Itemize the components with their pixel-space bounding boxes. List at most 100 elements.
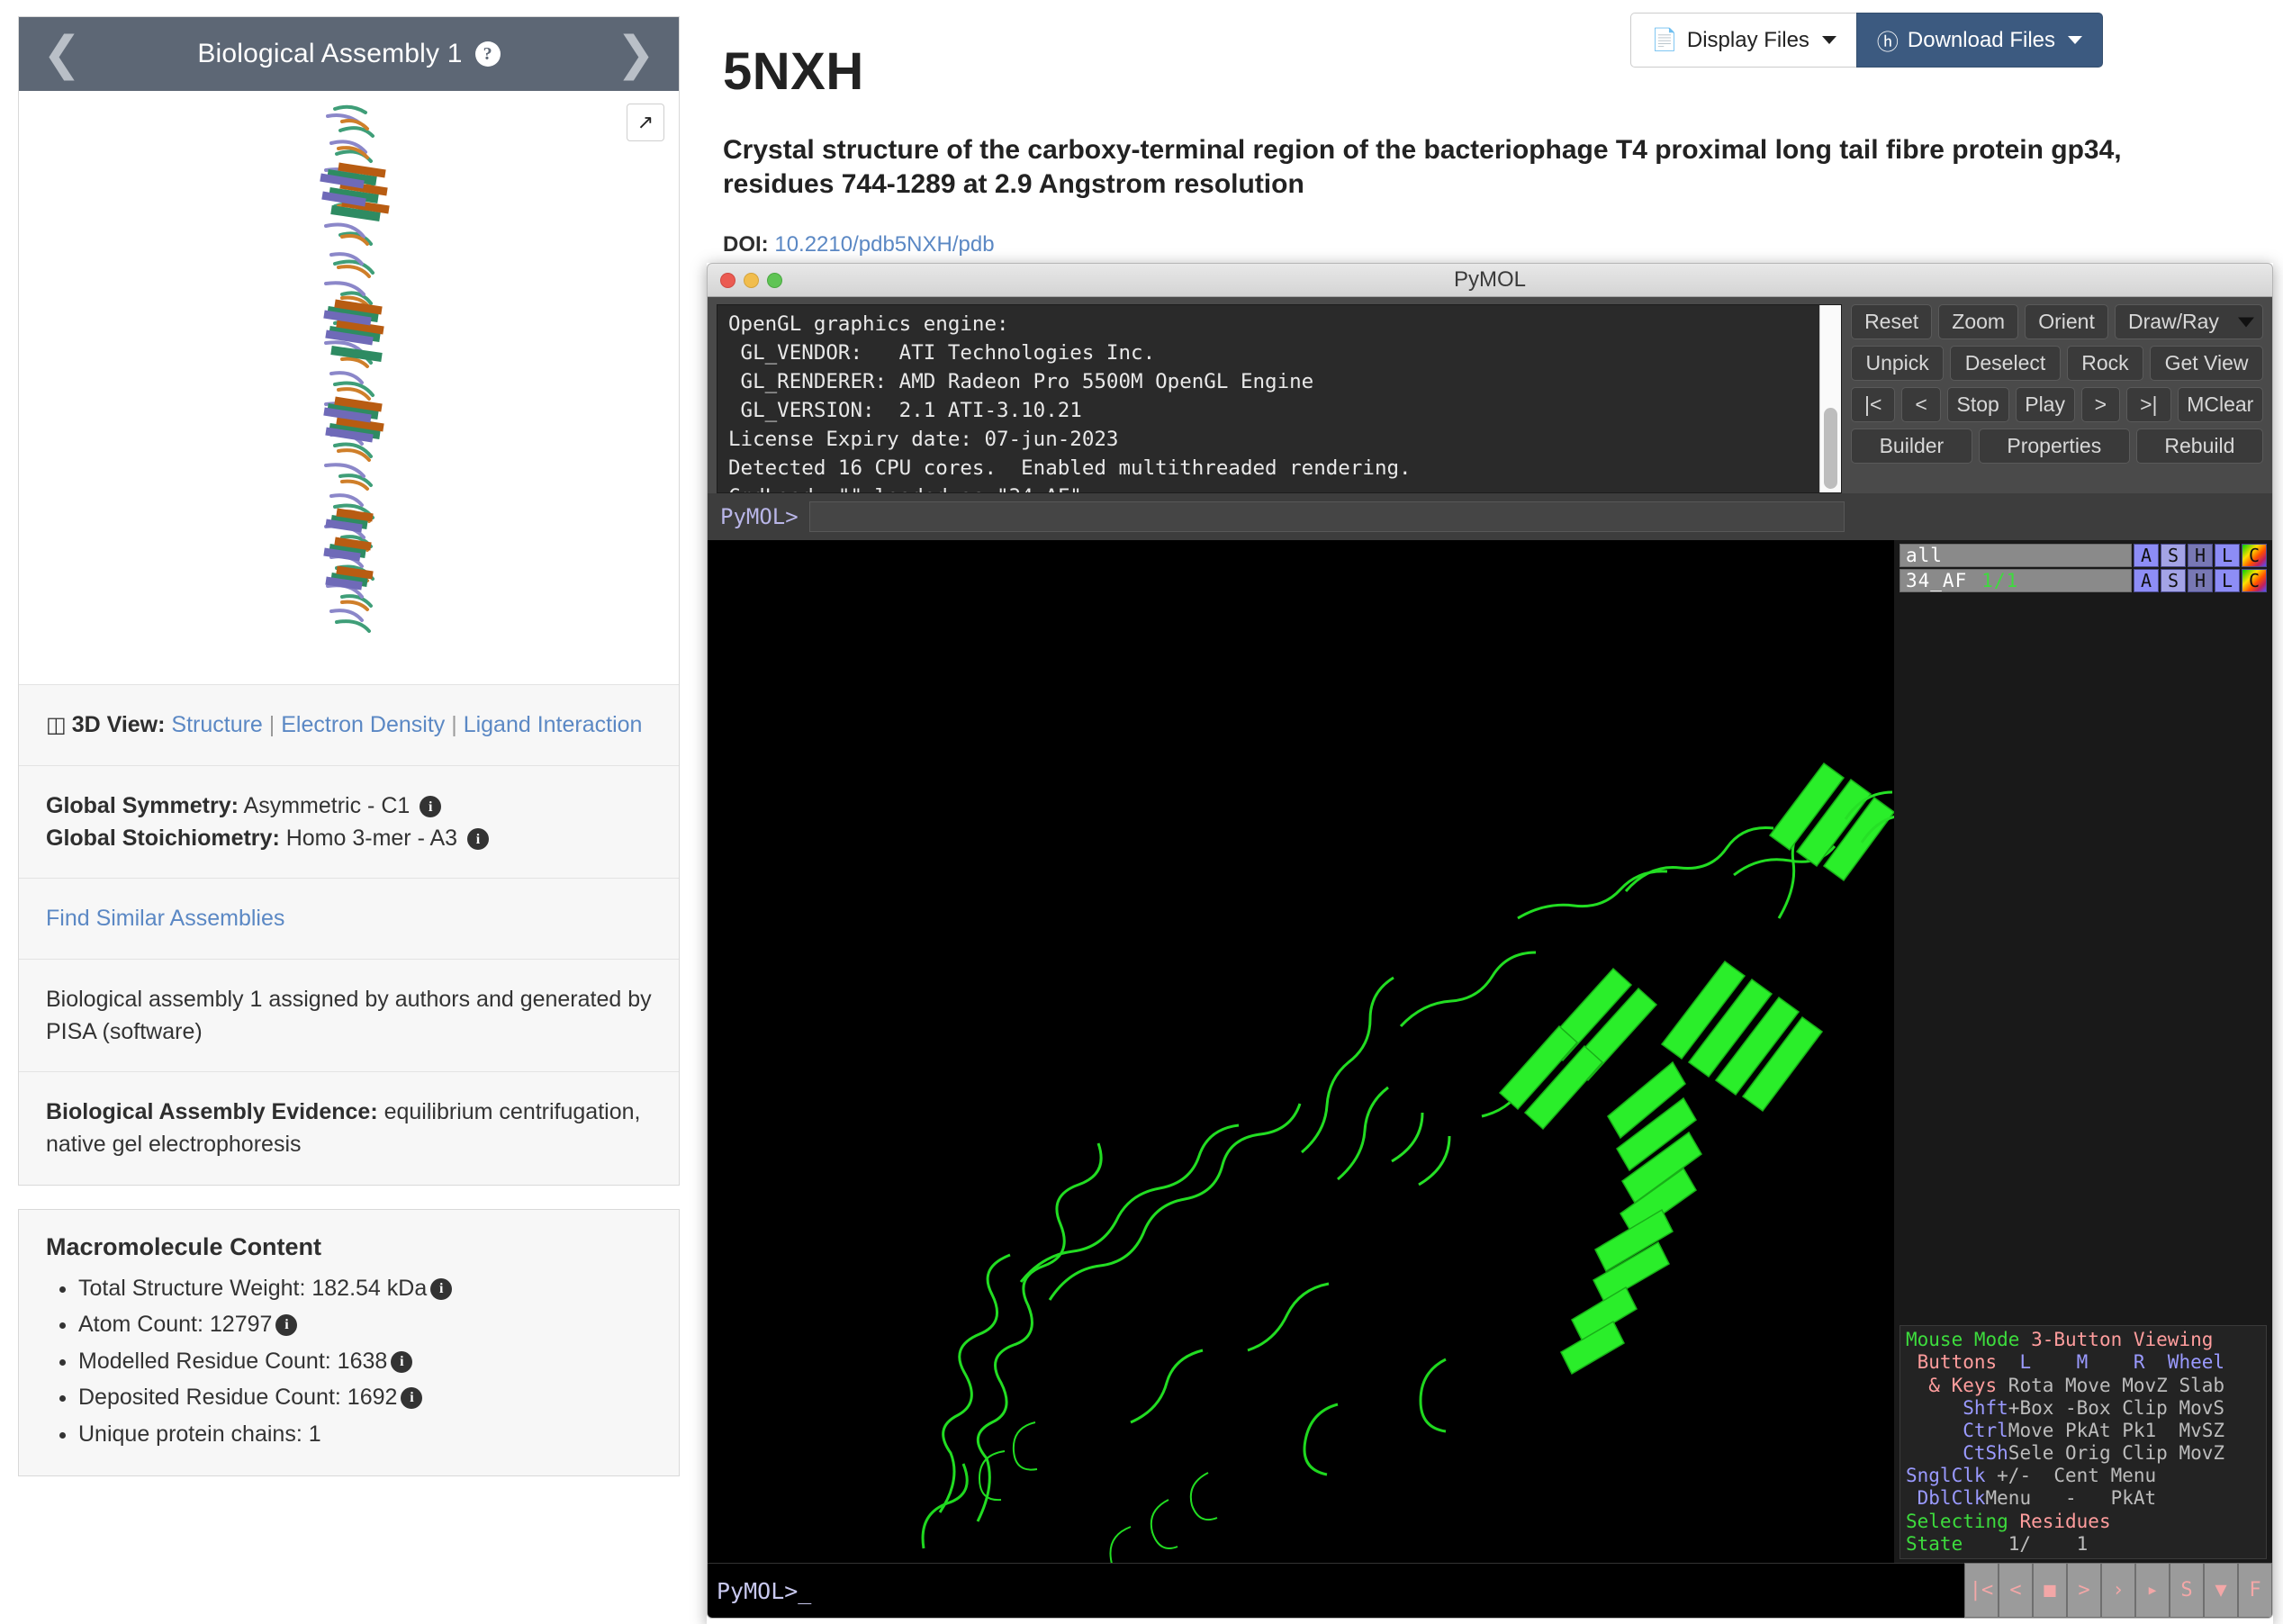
chevron-down-icon xyxy=(2238,317,2254,327)
button-row-3: |< < Stop Play > >| MClear xyxy=(1851,387,2264,422)
info-icon[interactable]: i xyxy=(275,1314,298,1337)
info-icon[interactable]: i xyxy=(467,828,490,851)
macromolecule-content-panel: Macromolecule Content Total Structure We… xyxy=(18,1208,680,1477)
playback-menu[interactable]: ▼ xyxy=(2204,1563,2238,1618)
first-frame-button[interactable]: |< xyxy=(1851,387,1896,422)
legend-l2a: Buttons xyxy=(1906,1351,1998,1374)
find-similar-section: Find Similar Assemblies xyxy=(19,879,679,960)
legend-l4b: +Box -Box Clip MovS xyxy=(2008,1396,2225,1419)
toggle-actions[interactable]: A xyxy=(2134,569,2159,592)
find-similar-assemblies-link[interactable]: Find Similar Assemblies xyxy=(46,906,284,931)
get-view-button[interactable]: Get View xyxy=(2150,346,2263,381)
playback-next[interactable]: › xyxy=(2101,1563,2135,1618)
legend-l7a: SnglClk xyxy=(1906,1465,1986,1487)
protein-cartoon-render xyxy=(708,540,1894,1563)
link-ligand-interaction[interactable]: Ligand Interaction xyxy=(464,712,643,737)
item-text: Unique protein chains: 1 xyxy=(78,1421,321,1447)
legend-l10a: State xyxy=(1906,1532,1963,1555)
list-item: Deposited Residue Count: 1692i xyxy=(78,1379,652,1416)
pymol-3d-viewport[interactable] xyxy=(708,540,1894,1563)
macromolecule-content-title: Macromolecule Content xyxy=(46,1232,322,1260)
prev-frame-button[interactable]: < xyxy=(1901,387,1941,422)
object-row-all[interactable]: all A S H L C xyxy=(1899,544,2267,567)
toggle-show[interactable]: S xyxy=(2161,544,2186,567)
legend-l3b: Rota Move MovZ Slab xyxy=(1997,1374,2225,1396)
rebuild-button[interactable]: Rebuild xyxy=(2135,429,2263,464)
button-row-1: Reset Zoom Orient Draw/Ray xyxy=(1851,304,2263,339)
expand-arrows-icon[interactable]: ↗ xyxy=(627,104,664,141)
playback-prev[interactable]: < xyxy=(1999,1563,2033,1618)
info-icon[interactable]: i xyxy=(420,796,442,818)
toggle-hide[interactable]: H xyxy=(2188,544,2213,567)
assembly-title-group: Biological Assembly 1 ? xyxy=(197,39,501,69)
symmetry-section: Global Symmetry: Asymmetric - C1 i Globa… xyxy=(19,766,679,880)
object-name[interactable]: 34_AF 1/1 xyxy=(1899,569,2132,592)
play-button[interactable]: Play xyxy=(2015,387,2075,422)
toggle-label[interactable]: L xyxy=(2215,569,2240,592)
link-separator-2: | xyxy=(451,712,457,737)
scrollbar-thumb[interactable] xyxy=(1824,408,1837,489)
playback-smooth[interactable]: S xyxy=(2170,1563,2204,1618)
mclear-button[interactable]: MClear xyxy=(2177,387,2264,422)
playback-full[interactable]: F xyxy=(2238,1563,2272,1618)
download-files-button[interactable]: ⓗ Download Files xyxy=(1855,13,2103,68)
deselect-button[interactable]: Deselect xyxy=(1950,346,2061,381)
pymol-body: all A S H L C 34_AF 1/1 A S H L C Mouse … xyxy=(707,540,2273,1563)
item-text: Deposited Residue Count: 1692 xyxy=(78,1385,398,1411)
toggle-color[interactable]: C xyxy=(2242,544,2267,567)
toggle-hide[interactable]: H xyxy=(2188,569,2213,592)
draw-ray-button[interactable]: Draw/Ray xyxy=(2114,304,2263,339)
toggle-show[interactable]: S xyxy=(2161,569,2186,592)
display-files-label: Display Files xyxy=(1686,27,1809,52)
legend-l3a: & Keys xyxy=(1906,1374,1998,1396)
3d-view-label: 3D View xyxy=(71,712,158,737)
console-scrollbar[interactable] xyxy=(1819,305,1841,492)
pymol-command-input[interactable] xyxy=(808,501,1845,532)
info-icon[interactable]: i xyxy=(401,1387,423,1410)
link-electron-density[interactable]: Electron Density xyxy=(281,712,445,737)
rock-button[interactable]: Rock xyxy=(2066,346,2144,381)
question-mark-icon[interactable]: ? xyxy=(474,41,501,67)
download-files-label: Download Files xyxy=(1907,27,2055,52)
pymol-upper-area: OpenGL graphics engine: GL_VENDOR: ATI T… xyxy=(707,297,2273,493)
assembly-thumbnail[interactable]: ↗ xyxy=(19,91,679,685)
playback-play[interactable]: > xyxy=(2067,1563,2101,1618)
last-frame-button[interactable]: >| xyxy=(2126,387,2171,422)
stop-button[interactable]: Stop xyxy=(1946,387,2009,422)
playback-first[interactable]: |< xyxy=(1964,1563,1999,1618)
item-text: Total Structure Weight: 182.54 kDa xyxy=(78,1275,428,1301)
info-icon[interactable]: i xyxy=(391,1350,413,1373)
object-name[interactable]: all xyxy=(1899,544,2132,567)
chevron-left-icon[interactable]: ❮ xyxy=(42,31,82,77)
orient-button[interactable]: Orient xyxy=(2025,304,2108,339)
toggle-actions[interactable]: A xyxy=(2134,544,2159,567)
object-row-34af[interactable]: 34_AF 1/1 A S H L C xyxy=(1899,569,2267,592)
evidence-label: Biological Assembly Evidence: xyxy=(46,1099,378,1125)
legend-l7b: +/- Cent Menu xyxy=(1985,1465,2157,1487)
global-stoichiometry-label: Global Stoichiometry xyxy=(46,826,273,852)
display-files-button[interactable]: 📄 Display Files xyxy=(1630,13,1856,68)
zoom-button-ctl[interactable]: Zoom xyxy=(1938,304,2019,339)
legend-l1a: Mouse Mode xyxy=(1906,1329,2020,1351)
global-stoichiometry-row: Global Stoichiometry: Homo 3-mer - A3 i xyxy=(46,822,652,854)
global-symmetry-value: Asymmetric - C1 xyxy=(243,792,411,818)
assembly-note-section: Biological assembly 1 assigned by author… xyxy=(19,960,679,1073)
doi-link[interactable]: 10.2210/pdb5NXH/pdb xyxy=(774,232,994,257)
info-icon[interactable]: i xyxy=(430,1277,453,1300)
object-list: all A S H L C 34_AF 1/1 A S H L C xyxy=(1894,540,2272,592)
properties-button[interactable]: Properties xyxy=(1978,429,2130,464)
legend-l5b: Move PkAt Pk1 MvSZ xyxy=(2008,1419,2225,1441)
link-structure[interactable]: Structure xyxy=(171,712,262,737)
playback-last[interactable]: ▸ xyxy=(2135,1563,2170,1618)
playback-stop[interactable]: ■ xyxy=(2033,1563,2067,1618)
reset-button[interactable]: Reset xyxy=(1851,304,1933,339)
unpick-button[interactable]: Unpick xyxy=(1851,346,1945,381)
chevron-right-icon[interactable]: ❯ xyxy=(616,31,655,77)
list-item: Atom Count: 12797i xyxy=(78,1306,652,1343)
toggle-color[interactable]: C xyxy=(2242,569,2267,592)
next-frame-button[interactable]: > xyxy=(2080,387,2121,422)
builder-button[interactable]: Builder xyxy=(1851,429,1972,464)
download-circle-icon: ⓗ xyxy=(1876,31,1899,55)
toggle-label[interactable]: L xyxy=(2215,544,2240,567)
pymol-titlebar[interactable]: PyMOL xyxy=(707,263,2273,297)
